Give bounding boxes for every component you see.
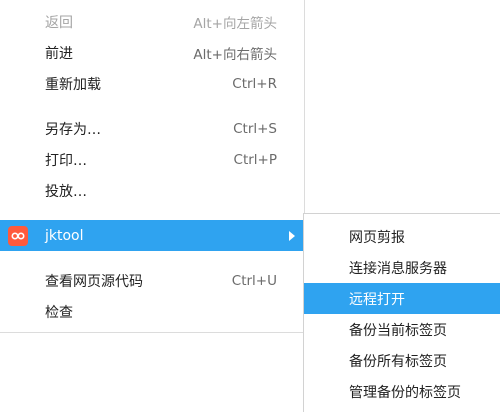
submenu-item-label: 备份所有标签页 xyxy=(349,353,447,370)
submenu-item-web-clip[interactable]: 网页剪报 xyxy=(304,221,500,252)
submenu-item-manage-backup-tabs[interactable]: 管理备份的标签页 xyxy=(304,376,500,407)
submenu-item-backup-all-tabs[interactable]: 备份所有标签页 xyxy=(304,345,500,376)
menu-item-shortcut: Ctrl+R xyxy=(232,75,277,92)
menu-item-reload[interactable]: 重新加载 Ctrl+R xyxy=(0,68,304,99)
jktool-extension-icon xyxy=(8,225,28,246)
submenu-item-label: 管理备份的标签页 xyxy=(349,384,461,401)
menu-item-label: 重新加载 xyxy=(45,76,101,93)
menu-item-print[interactable]: 打印… Ctrl+P xyxy=(0,144,304,175)
menu-item-shortcut: Ctrl+S xyxy=(233,120,277,137)
jktool-submenu: 网页剪报 连接消息服务器 远程打开 备份当前标签页 备份所有标签页 管理备份的标… xyxy=(303,213,500,412)
menu-item-shortcut: Alt+向左箭头 xyxy=(193,15,277,32)
menu-item-label: 检查 xyxy=(45,304,73,321)
context-menu: 返回 Alt+向左箭头 前进 Alt+向右箭头 重新加载 Ctrl+R 另存为…… xyxy=(0,0,305,333)
menu-item-back[interactable]: 返回 Alt+向左箭头 xyxy=(0,6,304,37)
menu-item-label: 投放… xyxy=(45,183,87,200)
menu-item-shortcut: Ctrl+P xyxy=(233,151,277,168)
menu-item-view-source[interactable]: 查看网页源代码 Ctrl+U xyxy=(0,265,304,296)
submenu-item-label: 远程打开 xyxy=(349,291,405,308)
submenu-item-label: 连接消息服务器 xyxy=(349,260,447,277)
submenu-item-connect-message-server[interactable]: 连接消息服务器 xyxy=(304,252,500,283)
menu-item-label: 打印… xyxy=(45,152,87,169)
menu-item-shortcut: Ctrl+U xyxy=(231,272,277,289)
submenu-item-backup-current-tab[interactable]: 备份当前标签页 xyxy=(304,314,500,345)
submenu-arrow-icon xyxy=(289,230,295,241)
menu-item-label: 另存为… xyxy=(45,121,101,138)
submenu-item-remote-open[interactable]: 远程打开 xyxy=(304,283,500,314)
link-icon xyxy=(11,231,25,240)
menu-item-label: jktool xyxy=(45,227,84,244)
menu-item-label: 前进 xyxy=(45,45,73,62)
menu-item-forward[interactable]: 前进 Alt+向右箭头 xyxy=(0,37,304,68)
menu-item-jktool[interactable]: jktool xyxy=(0,220,304,251)
menu-item-save-as[interactable]: 另存为… Ctrl+S xyxy=(0,113,304,144)
submenu-item-label: 备份当前标签页 xyxy=(349,322,447,339)
menu-item-label: 返回 xyxy=(45,14,73,31)
menu-item-inspect[interactable]: 检查 xyxy=(0,296,304,327)
menu-item-cast[interactable]: 投放… xyxy=(0,175,304,206)
submenu-item-label: 网页剪报 xyxy=(349,229,405,246)
menu-item-shortcut: Alt+向右箭头 xyxy=(193,46,277,63)
menu-item-label: 查看网页源代码 xyxy=(45,273,143,290)
